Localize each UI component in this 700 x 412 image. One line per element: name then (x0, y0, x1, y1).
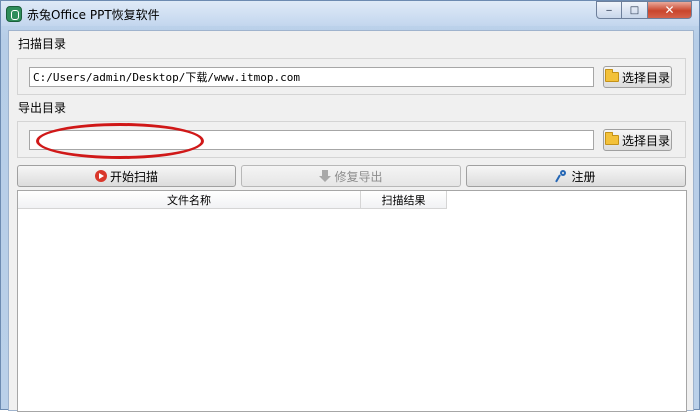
results-table[interactable]: 文件名称 扫描结果 (17, 190, 687, 412)
key-icon (556, 169, 568, 183)
register-button[interactable]: 注册 (466, 165, 686, 187)
minimize-icon: ‒ (605, 4, 613, 16)
export-browse-button[interactable]: 选择目录 (603, 129, 672, 151)
app-window: 赤兔Office PPT恢复软件 ‒ □ ✕ 扫描目录 选择目录 导出目录 选择… (0, 0, 700, 412)
download-arrow-icon (319, 169, 332, 183)
export-dir-label: 导出目录 (18, 101, 67, 115)
scan-dir-label: 扫描目录 (18, 37, 67, 51)
scan-dir-input[interactable] (29, 67, 594, 87)
play-icon (94, 170, 107, 182)
export-browse-label: 选择目录 (621, 133, 670, 148)
export-dir-group: 选择目录 (17, 121, 686, 158)
column-header-filename[interactable]: 文件名称 (18, 191, 361, 209)
repair-export-button[interactable]: 修复导出 (241, 165, 461, 187)
column-header-result[interactable]: 扫描结果 (361, 191, 447, 209)
scan-dir-group: 选择目录 (17, 58, 686, 95)
start-scan-button[interactable]: 开始扫描 (17, 165, 236, 187)
scan-browse-label: 选择目录 (621, 70, 670, 85)
title-bar[interactable]: 赤兔Office PPT恢复软件 ‒ □ ✕ (1, 1, 699, 26)
app-logo-icon (6, 6, 22, 22)
client-area: 扫描目录 选择目录 导出目录 选择目录 开始扫描 修复导出 注册 (8, 30, 694, 412)
table-header: 文件名称 扫描结果 (18, 191, 447, 209)
maximize-icon: □ (629, 4, 640, 16)
close-icon: ✕ (664, 3, 675, 17)
scan-browse-button[interactable]: 选择目录 (603, 66, 672, 88)
export-dir-input[interactable] (29, 130, 594, 150)
maximize-button[interactable]: □ (622, 1, 648, 19)
close-button[interactable]: ✕ (648, 1, 692, 19)
start-scan-label: 开始扫描 (109, 169, 158, 184)
window-controls: ‒ □ ✕ (596, 1, 692, 19)
repair-export-label: 修复导出 (334, 169, 383, 184)
folder-icon (604, 69, 619, 82)
register-label: 注册 (571, 169, 596, 184)
window-title: 赤兔Office PPT恢复软件 (27, 8, 160, 22)
folder-icon (604, 132, 619, 145)
minimize-button[interactable]: ‒ (596, 1, 622, 19)
